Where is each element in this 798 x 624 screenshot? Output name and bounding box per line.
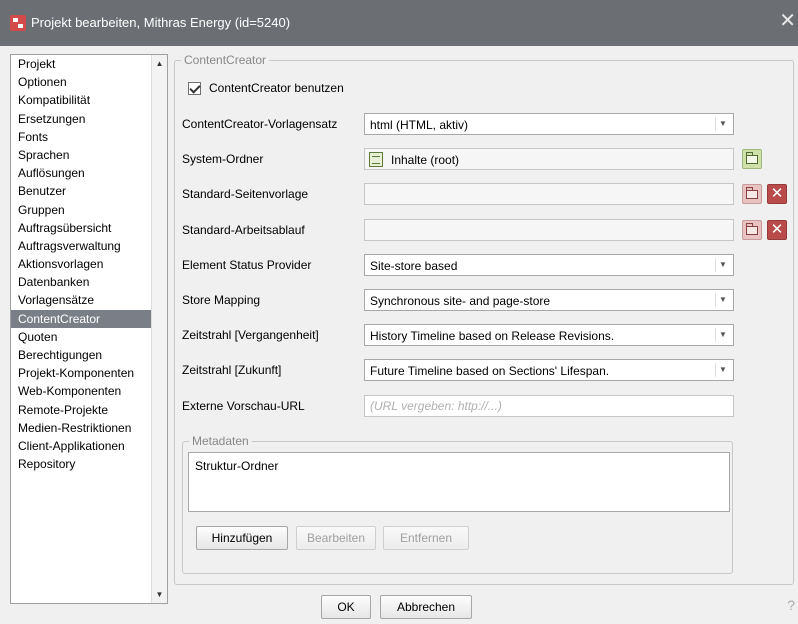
sidebar-item[interactable]: Medien-Restriktionen bbox=[11, 419, 151, 437]
vorlagensatz-label: ContentCreator-Vorlagensatz bbox=[182, 117, 338, 131]
zeitstrahl-past-select[interactable]: History Timeline based on Release Revisi… bbox=[364, 324, 734, 346]
close-icon[interactable]: ✕ bbox=[779, 11, 796, 31]
status-provider-label: Element Status Provider bbox=[182, 258, 312, 272]
metadaten-add-button[interactable]: Hinzufügen bbox=[196, 526, 288, 550]
sidebar-item[interactable]: ContentCreator bbox=[11, 309, 151, 328]
sidebar-item[interactable]: Client-Applikationen bbox=[11, 437, 151, 455]
vorschau-url-input[interactable] bbox=[365, 396, 733, 416]
category-items: Projekt Optionen Kompatibilität Ersetzungen… bbox=[11, 55, 151, 603]
sidebar-item[interactable]: Berechtigungen bbox=[11, 346, 151, 364]
system-ordner-value: Inhalte (root) bbox=[391, 153, 460, 167]
folder-open-icon bbox=[746, 223, 758, 235]
store-mapping-select[interactable]: Synchronous site- and page-store ▼ bbox=[364, 289, 734, 311]
folder-open-icon bbox=[746, 187, 758, 199]
chevron-down-icon[interactable]: ▼ bbox=[715, 258, 730, 272]
category-scrollbar[interactable]: ▲ ▼ bbox=[151, 55, 167, 603]
use-contentcreator-row[interactable]: ContentCreator benutzen bbox=[188, 81, 344, 95]
sidebar-item[interactable]: Projekt-Komponenten bbox=[11, 364, 151, 382]
dialog-body: Projekt Optionen Kompatibilität Ersetzungen… bbox=[0, 46, 798, 624]
sidebar-item[interactable]: Projekt bbox=[11, 55, 151, 73]
metadaten-group: Metadaten Struktur-Ordner Hinzufügen Bea… bbox=[182, 434, 733, 574]
document-icon bbox=[369, 152, 383, 167]
store-mapping-value: Synchronous site- and page-store bbox=[370, 294, 551, 308]
status-provider-value: Site-store based bbox=[370, 259, 458, 273]
sidebar-item[interactable]: Gruppen bbox=[11, 201, 151, 219]
app-icon bbox=[10, 15, 26, 31]
folder-open-icon bbox=[746, 152, 758, 164]
scroll-down-icon[interactable]: ▼ bbox=[153, 587, 166, 602]
category-list: Projekt Optionen Kompatibilität Ersetzungen… bbox=[10, 54, 168, 604]
arbeitsablauf-field bbox=[364, 219, 734, 241]
sidebar-item[interactable]: Quoten bbox=[11, 328, 151, 346]
sidebar-item[interactable]: Repository bbox=[11, 455, 151, 473]
sidebar-item[interactable]: Datenbanken bbox=[11, 273, 151, 291]
chevron-down-icon[interactable]: ▼ bbox=[715, 293, 730, 307]
zeitstrahl-future-select[interactable]: Future Timeline based on Sections' Lifes… bbox=[364, 359, 734, 381]
scroll-up-icon[interactable]: ▲ bbox=[153, 56, 166, 71]
system-ordner-field: Inhalte (root) bbox=[364, 148, 734, 170]
contentcreator-group: ContentCreator ContentCreator benutzen C… bbox=[174, 53, 794, 585]
system-ordner-browse-button[interactable] bbox=[742, 149, 762, 169]
seitenvorlage-field bbox=[364, 183, 734, 205]
cancel-button[interactable]: Abbrechen bbox=[380, 595, 472, 619]
zeitstrahl-future-value: Future Timeline based on Sections' Lifes… bbox=[370, 364, 610, 378]
chevron-down-icon[interactable]: ▼ bbox=[715, 328, 730, 342]
sidebar-item[interactable]: Optionen bbox=[11, 73, 151, 91]
title-bar: Projekt bearbeiten, Mithras Energy (id=5… bbox=[0, 0, 798, 46]
delete-x-icon: ✕ bbox=[770, 185, 784, 202]
sidebar-item[interactable]: Auftragsübersicht bbox=[11, 219, 151, 237]
chevron-down-icon[interactable]: ▼ bbox=[715, 363, 730, 377]
seitenvorlage-label: Standard-Seitenvorlage bbox=[182, 187, 309, 201]
window-title: Projekt bearbeiten, Mithras Energy (id=5… bbox=[31, 15, 291, 30]
sidebar-item[interactable]: Sprachen bbox=[11, 146, 151, 164]
vorschau-url-field[interactable] bbox=[364, 395, 734, 417]
help-icon[interactable]: ? bbox=[787, 597, 795, 613]
arbeitsablauf-remove-button[interactable]: ✕ bbox=[767, 220, 787, 240]
system-ordner-label: System-Ordner bbox=[182, 152, 264, 166]
metadaten-edit-button[interactable]: Bearbeiten bbox=[296, 526, 376, 550]
vorlagensatz-select[interactable]: html (HTML, aktiv) ▼ bbox=[364, 113, 734, 135]
metadaten-remove-button[interactable]: Entfernen bbox=[383, 526, 469, 550]
metadaten-item[interactable]: Struktur-Ordner bbox=[195, 459, 278, 473]
sidebar-item[interactable]: Web-Komponenten bbox=[11, 382, 151, 400]
store-mapping-label: Store Mapping bbox=[182, 293, 261, 307]
sidebar-item[interactable]: Auflösungen bbox=[11, 164, 151, 182]
seitenvorlage-remove-button[interactable]: ✕ bbox=[767, 184, 787, 204]
sidebar-item[interactable]: Benutzer bbox=[11, 182, 151, 200]
sidebar-item[interactable]: Aktionsvorlagen bbox=[11, 255, 151, 273]
sidebar-item[interactable]: Fonts bbox=[11, 128, 151, 146]
use-contentcreator-label: ContentCreator benutzen bbox=[209, 81, 344, 95]
sidebar-item[interactable]: Vorlagensätze bbox=[11, 291, 151, 309]
zeitstrahl-past-label: Zeitstrahl [Vergangenheit] bbox=[182, 328, 319, 342]
chevron-down-icon[interactable]: ▼ bbox=[715, 117, 730, 131]
sidebar-item[interactable]: Auftragsverwaltung bbox=[11, 237, 151, 255]
seitenvorlage-browse-button[interactable] bbox=[742, 184, 762, 204]
sidebar-item[interactable]: Remote-Projekte bbox=[11, 401, 151, 419]
ok-button[interactable]: OK bbox=[321, 595, 371, 619]
vorlagensatz-value: html (HTML, aktiv) bbox=[370, 118, 469, 132]
contentcreator-group-title: ContentCreator bbox=[181, 53, 270, 67]
metadaten-group-title: Metadaten bbox=[189, 434, 252, 448]
delete-x-icon: ✕ bbox=[770, 221, 784, 238]
sidebar-item[interactable]: Kompatibilität bbox=[11, 91, 151, 109]
zeitstrahl-past-value: History Timeline based on Release Revisi… bbox=[370, 329, 615, 343]
use-contentcreator-checkbox[interactable] bbox=[188, 81, 201, 95]
arbeitsablauf-label: Standard-Arbeitsablauf bbox=[182, 223, 305, 237]
status-provider-select[interactable]: Site-store based ▼ bbox=[364, 254, 734, 276]
metadaten-list[interactable]: Struktur-Ordner bbox=[188, 452, 730, 512]
vorschau-url-label: Externe Vorschau-URL bbox=[182, 399, 305, 413]
arbeitsablauf-browse-button[interactable] bbox=[742, 220, 762, 240]
sidebar-item[interactable]: Ersetzungen bbox=[11, 110, 151, 128]
zeitstrahl-future-label: Zeitstrahl [Zukunft] bbox=[182, 363, 282, 377]
